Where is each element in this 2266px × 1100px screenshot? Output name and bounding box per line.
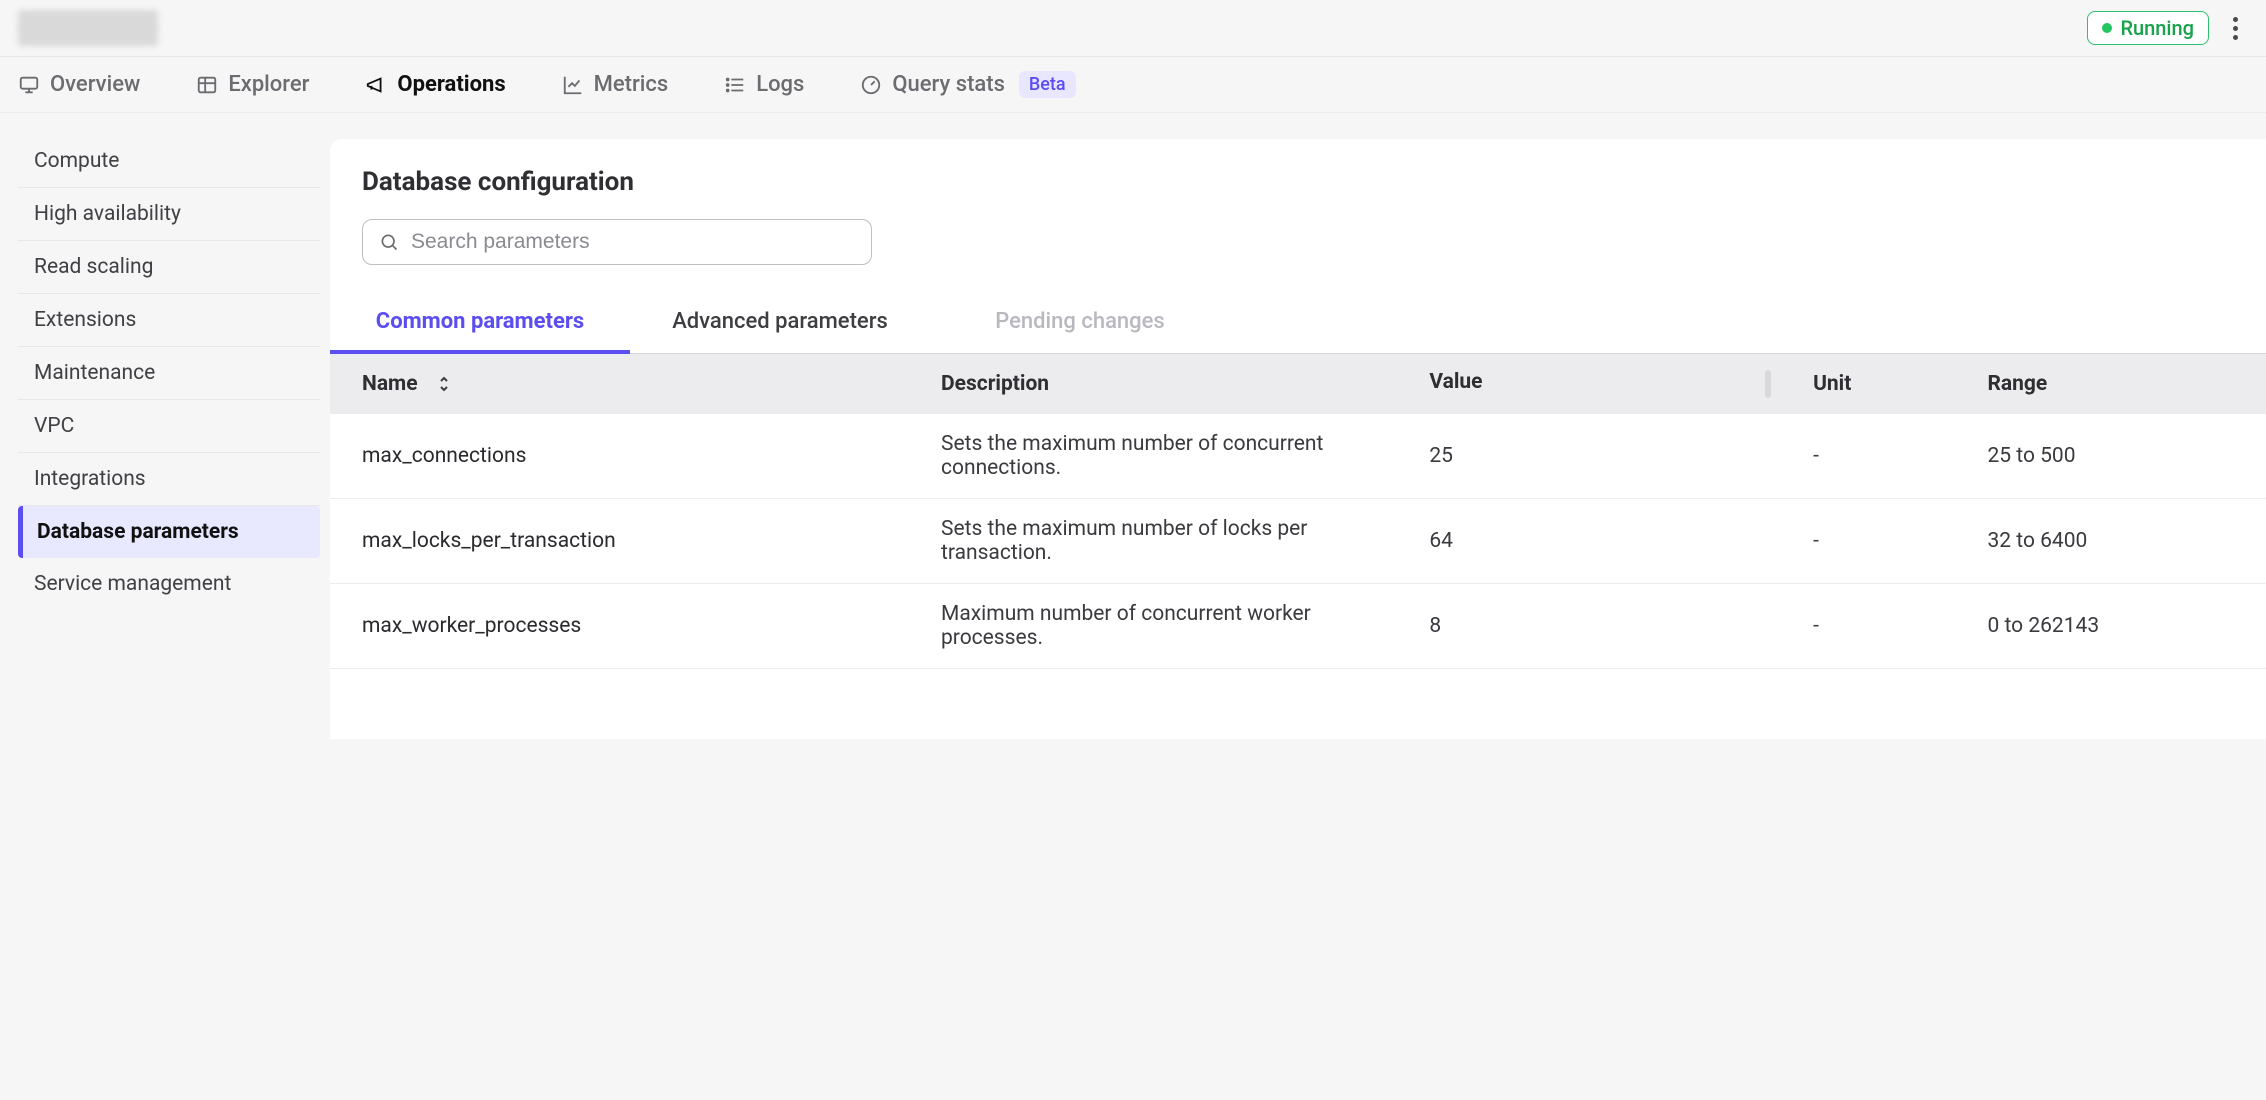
search-icon [379,232,399,252]
cell-value: 25 [1411,414,1795,499]
sidebar-item-label: Compute [34,149,119,173]
cell-desc: Sets the maximum number of concurrent co… [923,414,1411,499]
gauge-icon [860,74,882,96]
status-badge: Running [2087,11,2209,45]
cell-name: max_locks_per_transaction [330,499,923,584]
sidebar-item-label: Service management [34,572,231,596]
search-box[interactable] [362,219,872,265]
column-label: Value [1429,370,1482,394]
table-header-row: Name Description Value [330,354,2266,414]
nav-tab-label: Logs [756,72,804,97]
subtab-common-parameters[interactable]: Common parameters [330,293,630,354]
sidebar-item-compute[interactable]: Compute [18,135,320,188]
more-menu-button[interactable] [2227,11,2244,46]
monitor-icon [18,74,40,96]
subtab-advanced-parameters[interactable]: Advanced parameters [630,293,930,353]
sidebar-item-service-management[interactable]: Service management [18,558,320,610]
cell-name: max_worker_processes [330,584,923,669]
sidebar-item-integrations[interactable]: Integrations [18,453,320,506]
parameters-table: Name Description Value [330,354,2266,669]
subtab-pending-changes: Pending changes [930,293,1230,353]
cell-unit: - [1795,499,1969,584]
column-header-description[interactable]: Description [923,354,1411,414]
status-label: Running [2120,16,2194,40]
column-header-value[interactable]: Value [1411,354,1795,414]
sidebar-item-vpc[interactable]: VPC [18,400,320,453]
sidebar-item-label: Database parameters [37,520,239,544]
table-row[interactable]: max_worker_processes Maximum number of c… [330,584,2266,669]
column-label: Range [1987,372,2047,396]
column-label: Unit [1813,372,1851,396]
table-row[interactable]: max_locks_per_transaction Sets the maxim… [330,499,2266,584]
sort-icon[interactable] [437,375,451,393]
cell-range: 25 to 500 [1969,414,2266,499]
column-label: Name [362,372,418,396]
main-nav: Overview Explorer Operations Metrics Log… [0,57,2266,113]
sidebar-item-extensions[interactable]: Extensions [18,294,320,347]
nav-tab-label: Overview [50,72,140,97]
panel-title: Database configuration [330,167,2266,219]
cell-desc: Maximum number of concurrent worker proc… [923,584,1411,669]
subtab-label: Advanced parameters [672,309,888,334]
table-icon [196,74,218,96]
sidebar-item-label: Read scaling [34,255,153,279]
megaphone-icon [365,74,387,96]
nav-tab-overview[interactable]: Overview [18,72,140,97]
table-row[interactable]: max_connections Sets the maximum number … [330,414,2266,499]
nav-tab-label: Metrics [594,72,669,97]
cell-value: 8 [1411,584,1795,669]
subtab-label: Common parameters [376,309,584,334]
status-dot-icon [2102,23,2112,33]
beta-badge: Beta [1019,71,1076,98]
column-resize-handle[interactable] [1765,370,1771,398]
sub-tabs: Common parameters Advanced parameters Pe… [330,293,2266,354]
column-header-name[interactable]: Name [330,354,923,414]
nav-tab-query-stats[interactable]: Query stats Beta [860,71,1075,98]
sidebar-item-label: High availability [34,202,181,226]
logo [18,10,158,46]
cell-desc: Sets the maximum number of locks per tra… [923,499,1411,584]
sidebar-item-label: Integrations [34,467,146,491]
cell-unit: - [1795,584,1969,669]
sidebar-item-maintenance[interactable]: Maintenance [18,347,320,400]
cell-range: 32 to 6400 [1969,499,2266,584]
nav-tab-metrics[interactable]: Metrics [562,72,669,97]
nav-tab-label: Query stats [892,72,1005,97]
cell-name: max_connections [330,414,923,499]
sidebar-item-database-parameters[interactable]: Database parameters [18,506,320,558]
nav-tab-label: Explorer [228,72,309,97]
sidebar-item-label: VPC [34,414,74,438]
sidebar-item-label: Maintenance [34,361,155,385]
sidebar: Compute High availability Read scaling E… [0,113,330,739]
sidebar-item-read-scaling[interactable]: Read scaling [18,241,320,294]
cell-range: 0 to 262143 [1969,584,2266,669]
nav-tab-explorer[interactable]: Explorer [196,72,309,97]
subtab-label: Pending changes [995,309,1165,334]
column-label: Description [941,372,1049,396]
column-header-unit[interactable]: Unit [1795,354,1969,414]
sidebar-item-label: Extensions [34,308,136,332]
config-panel: Database configuration Common parameters… [330,139,2266,739]
top-bar: Running [0,0,2266,57]
list-icon [724,74,746,96]
sidebar-item-high-availability[interactable]: High availability [18,188,320,241]
column-header-range[interactable]: Range [1969,354,2266,414]
nav-tab-label: Operations [397,72,505,97]
nav-tab-logs[interactable]: Logs [724,72,804,97]
line-chart-icon [562,74,584,96]
cell-value: 64 [1411,499,1795,584]
cell-unit: - [1795,414,1969,499]
search-input[interactable] [411,230,855,254]
nav-tab-operations[interactable]: Operations [365,72,505,97]
